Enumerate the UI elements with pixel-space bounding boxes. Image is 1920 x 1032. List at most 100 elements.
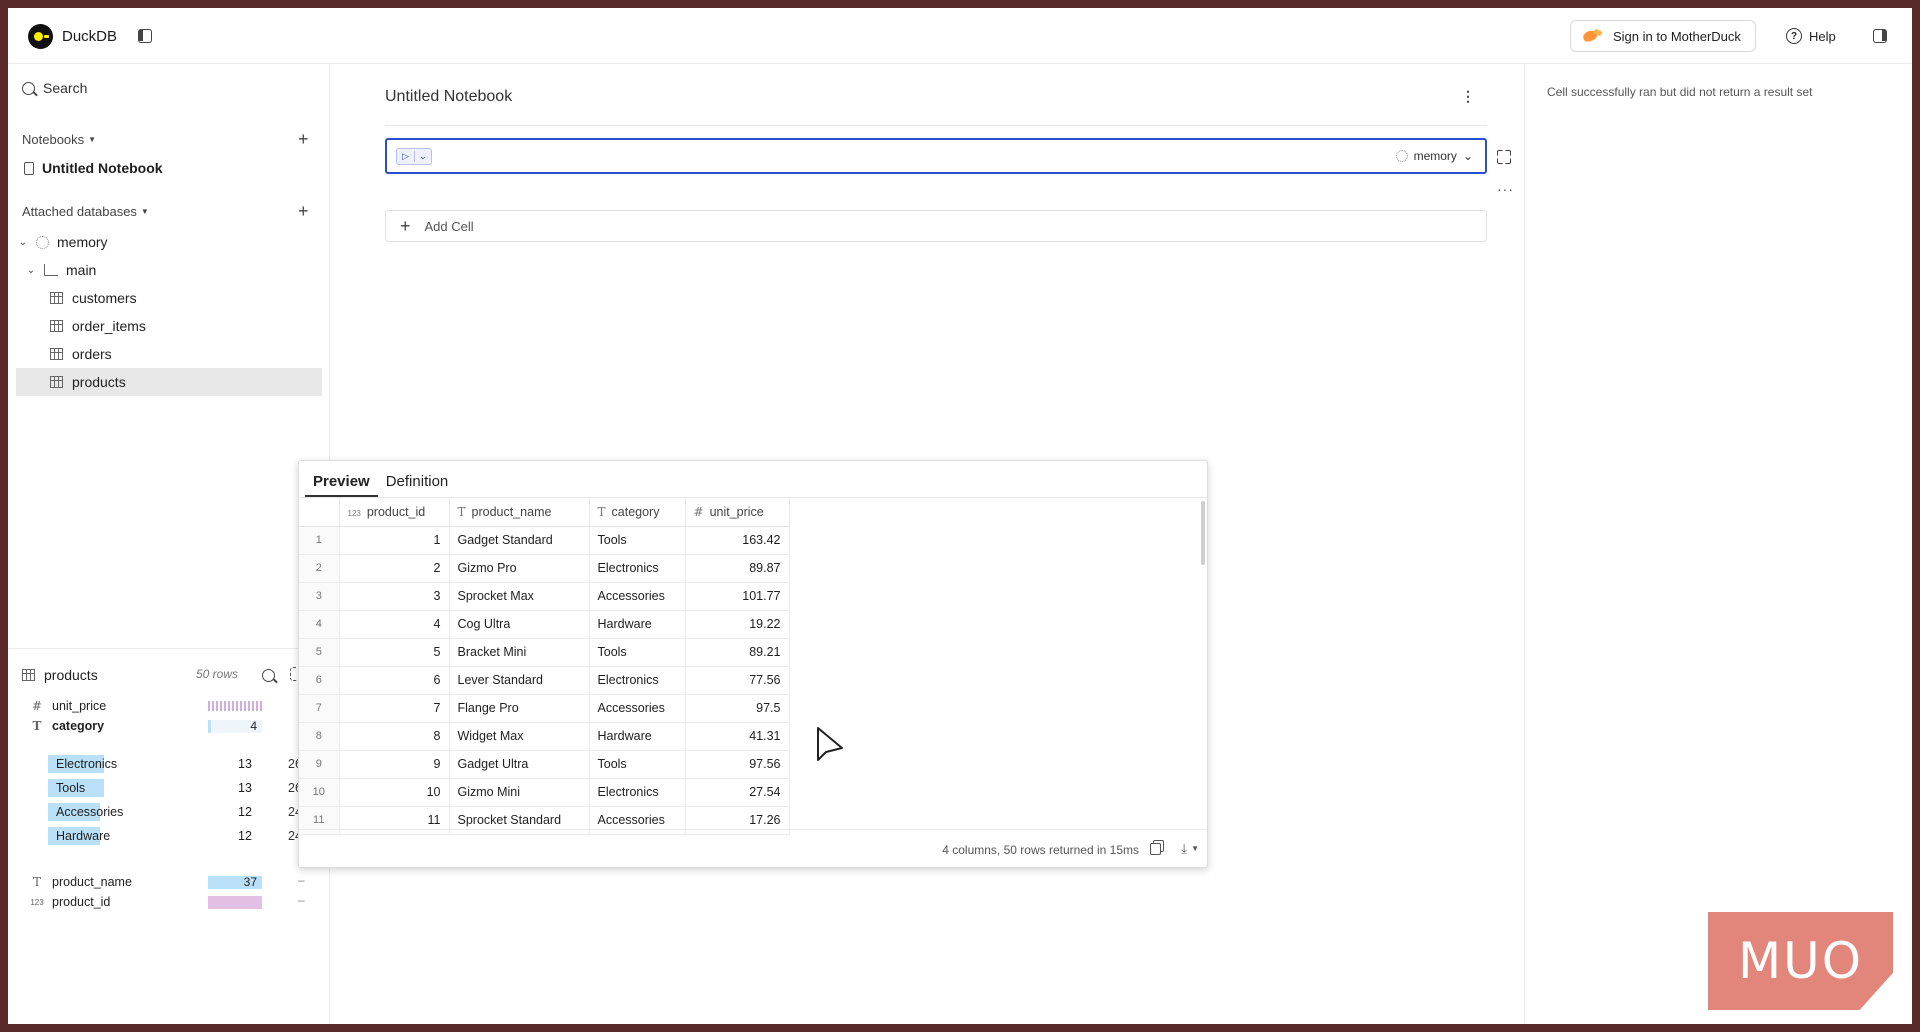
cell-category: Hardware	[589, 722, 686, 751]
chevron-down-icon[interactable]: ⌄	[16, 237, 30, 248]
help-label: Help	[1809, 28, 1836, 44]
notebook-menu-icon[interactable]: ⋮	[1461, 88, 1475, 105]
table-icon	[50, 376, 63, 388]
database-icon	[36, 235, 49, 249]
preview-tabs: Preview Definition	[305, 467, 456, 497]
tree-item-products[interactable]: products	[16, 368, 322, 396]
number-type-icon: #	[693, 504, 704, 519]
column-row-product-name[interactable]: T product_name 37	[28, 873, 308, 891]
table-row[interactable]: 9 9 Gadget Ultra Tools 97.56	[299, 750, 790, 779]
column-header-label: category	[611, 504, 660, 519]
tree-item-orders[interactable]: orders	[16, 340, 322, 368]
text-type-icon: T	[32, 875, 41, 889]
product-name-null-value: –	[298, 873, 305, 887]
table-row[interactable]: 5 5 Bracket Mini Tools 89.21	[299, 638, 790, 667]
category-count: 12	[238, 805, 252, 819]
run-cell-button[interactable]: ▷ ⌄	[396, 148, 432, 165]
cell-product-id: 4	[339, 610, 450, 639]
signin-motherduck-button[interactable]: Sign in to MotherDuck	[1570, 20, 1756, 52]
tree-item-memory[interactable]: ⌄ memory	[16, 228, 322, 256]
add-cell-button[interactable]: + Add Cell	[385, 210, 1487, 242]
sidebar-search[interactable]: Search	[22, 80, 87, 96]
table-icon	[50, 292, 63, 304]
column-row-category[interactable]: T category 4	[28, 717, 308, 735]
column-header-product-id[interactable]: 123 product_id	[339, 498, 450, 527]
table-preview-popover: Preview Definition 123 product_id Tproduc…	[298, 460, 1208, 868]
expand-cell-icon[interactable]	[1497, 150, 1511, 164]
divider	[385, 125, 1487, 126]
notebook-title[interactable]: Untitled Notebook	[385, 88, 512, 106]
column-row-product-id[interactable]: 123 product_id	[28, 893, 308, 911]
tree-item-customers[interactable]: customers	[16, 284, 322, 312]
summary-header: products 50 rows	[22, 665, 322, 685]
category-value-row[interactable]: Tools 13 26%	[48, 777, 313, 799]
column-header-product-name[interactable]: Tproduct_name	[449, 498, 590, 527]
table-row[interactable]: 1 1 Gadget Standard Tools 163.42	[299, 526, 790, 555]
chevron-down-icon[interactable]: ▼	[1191, 844, 1199, 853]
motherduck-icon	[1583, 29, 1605, 43]
tree-item-main[interactable]: ⌄ main	[16, 256, 322, 284]
table-row[interactable]: 8 8 Widget Max Hardware 41.31	[299, 722, 790, 751]
column-header-label: product_name	[471, 504, 552, 519]
tree-item-order-items[interactable]: order_items	[16, 312, 322, 340]
table-row[interactable]: 3 3 Sprocket Max Accessories 101.77	[299, 582, 790, 611]
attached-databases-toggle[interactable]: Attached databases ▼	[22, 204, 149, 219]
row-number: 1	[299, 526, 340, 555]
vertical-scrollbar[interactable]	[1201, 501, 1205, 565]
table-row[interactable]: 2 2 Gizmo Pro Electronics 89.87	[299, 554, 790, 583]
play-icon[interactable]: ▷	[397, 151, 414, 162]
column-header-category[interactable]: Tcategory	[589, 498, 686, 527]
cell-database-selector[interactable]: memory ⌄	[1395, 149, 1473, 163]
duckdb-logo-icon	[28, 24, 53, 49]
cell-category: Tools	[589, 526, 686, 555]
copy-icon[interactable]	[1150, 843, 1161, 855]
search-label: Search	[43, 80, 88, 96]
tab-definition[interactable]: Definition	[378, 467, 457, 497]
table-icon	[22, 669, 35, 681]
column-row-unit-price[interactable]: # unit_price	[28, 697, 308, 715]
chevron-down-icon[interactable]: ⌄	[413, 151, 431, 162]
distinct-count: 37	[208, 875, 262, 889]
notebook-item[interactable]: Untitled Notebook	[24, 160, 163, 176]
cell-product-id: 8	[339, 722, 450, 751]
row-number: 8	[299, 722, 340, 751]
number-type-icon: #	[31, 699, 43, 713]
cell-product-id: 1	[339, 526, 450, 555]
add-notebook-button[interactable]: +	[298, 130, 309, 148]
schema-icon	[44, 264, 58, 276]
table-row[interactable]: 10 10 Gizmo Mini Electronics 27.54	[299, 778, 790, 807]
help-button[interactable]: ? Help	[1786, 28, 1836, 44]
column-header-unit-price[interactable]: # unit_price	[685, 498, 790, 527]
cell-product-name: Lever Standard	[449, 666, 590, 695]
notebook-icon	[24, 161, 34, 175]
search-columns-icon[interactable]	[262, 669, 275, 682]
category-value-row[interactable]: Electronics 13 26%	[48, 753, 313, 775]
toggle-sidebar-icon[interactable]	[138, 29, 152, 43]
category-value-row[interactable]: Hardware 12 24%	[48, 825, 313, 847]
cell-more-icon[interactable]: ···	[1497, 181, 1514, 197]
tab-preview[interactable]: Preview	[305, 467, 378, 497]
signin-label: Sign in to MotherDuck	[1613, 28, 1741, 44]
cell-product-id: 7	[339, 694, 450, 723]
cell-product-id: 6	[339, 666, 450, 695]
category-value-bar: Tools	[48, 779, 104, 797]
category-value-row[interactable]: Accessories 12 24%	[48, 801, 313, 823]
notebooks-section-toggle[interactable]: Notebooks ▼	[22, 132, 96, 147]
search-icon	[22, 81, 35, 95]
sql-cell-editor[interactable]: ▷ ⌄ memory ⌄	[385, 138, 1487, 174]
cell-unit-price: 97.5	[685, 694, 790, 723]
toggle-right-panel-icon[interactable]	[1873, 29, 1887, 43]
cell-category: Hardware	[589, 610, 686, 639]
text-type-icon: T	[597, 504, 606, 519]
download-icon[interactable]: ⤓	[1181, 841, 1187, 857]
distribution-bar	[208, 895, 262, 909]
attach-database-button[interactable]: +	[298, 202, 309, 220]
table-row[interactable]: 4 4 Cog Ultra Hardware 19.22	[299, 610, 790, 639]
table-row[interactable]: 7 7 Flange Pro Accessories 97.5	[299, 694, 790, 723]
row-count: 50 rows	[196, 667, 239, 681]
chevron-down-icon[interactable]: ⌄	[24, 265, 38, 276]
table-row[interactable]: 6 6 Lever Standard Electronics 77.56	[299, 666, 790, 695]
cell-unit-price: 89.87	[685, 554, 790, 583]
results-panel	[1524, 64, 1912, 1024]
chevron-down-icon: ⌄	[1462, 149, 1473, 163]
